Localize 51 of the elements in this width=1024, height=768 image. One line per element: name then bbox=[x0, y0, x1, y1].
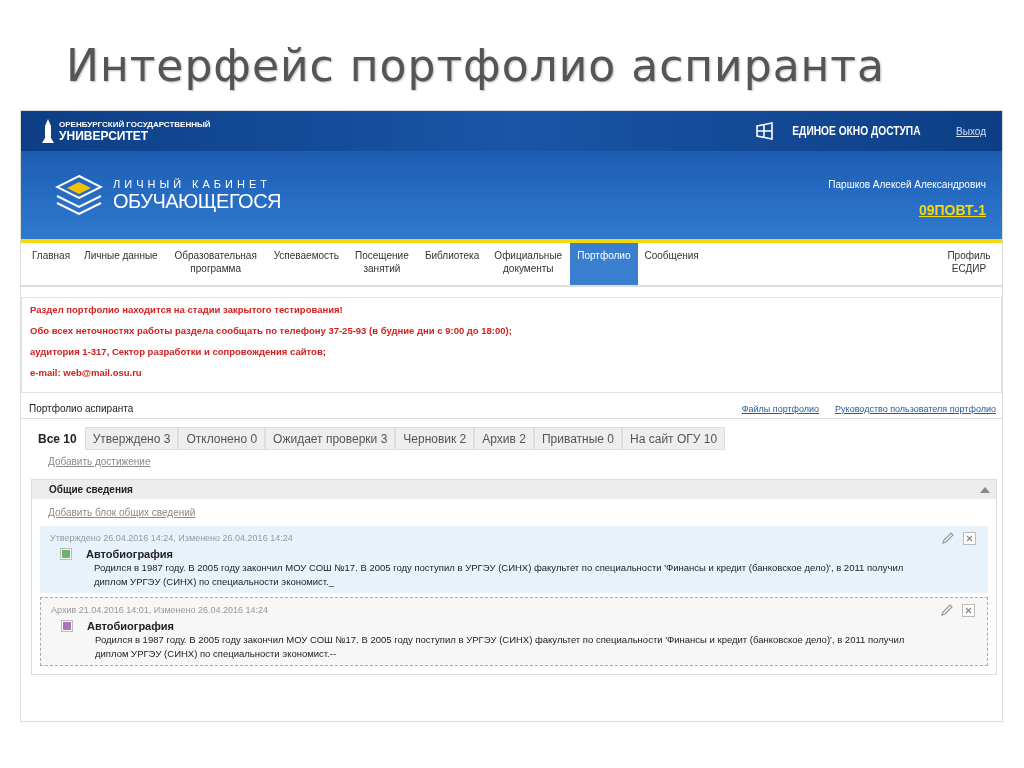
filter-tab[interactable]: Черновик 2 bbox=[395, 427, 475, 450]
entry-meta: Утверждено 26.04.2016 14:24, Изменено 26.04.2016 14:24 bbox=[50, 533, 293, 543]
nav-item[interactable]: Успеваемость bbox=[266, 243, 346, 285]
nav-item[interactable]: Библиотека bbox=[417, 243, 487, 285]
group-link[interactable]: 09ПОВТ-1 bbox=[918, 201, 986, 218]
nav-item[interactable]: Официальные документы bbox=[486, 243, 571, 285]
add-achievement-link[interactable]: Добавить достижение bbox=[48, 456, 151, 467]
portfolio-title: Портфолио аспиранта bbox=[29, 403, 134, 414]
nav-item[interactable]: Портфолио bbox=[570, 243, 638, 285]
entry-text: Родился в 1987 году. В 2005 году закончил МОУ СОШ №17. В 2005 году поступил в УРГЭУ (СИНХ) факультет по специальности 'Финансы и кредит (банковское дело)', в 2011 получил диплом УРГЭУ (СИНХ) по специальности экономист._ bbox=[94, 561, 905, 589]
entry-meta: Архив 21.04.2016 14:01, Изменено 26.04.2016 14:24 bbox=[51, 605, 269, 615]
filter-tab[interactable]: На сайт ОГУ 10 bbox=[622, 427, 726, 450]
cabinet-title: ОБУЧАЮЩЕГОСЯ bbox=[113, 189, 282, 213]
nav-item[interactable]: Образовательная программа bbox=[164, 243, 267, 285]
notice-text: Раздел портфолио находится на стадии закрытого тестирования! bbox=[30, 304, 344, 316]
window-icon bbox=[755, 121, 776, 141]
nav-item[interactable]: Профиль ЕСДИР bbox=[940, 243, 998, 285]
university-name: УНИВЕРСИТЕТ bbox=[59, 128, 149, 143]
slide-title: Интерфейс портфолио аспиранта bbox=[65, 39, 886, 93]
logout-link[interactable]: Выход bbox=[956, 125, 986, 137]
close-icon[interactable] bbox=[962, 603, 975, 617]
notice-text: Обо всех неточностях работы раздела сообщать по телефону 37-25-93 (в будние дни с 9:00 до 18:00); bbox=[30, 325, 513, 337]
nav-item[interactable]: Личные данные bbox=[77, 243, 165, 285]
edit-icon[interactable] bbox=[941, 531, 955, 545]
notice-text: e-mail: web@mail.osu.ru bbox=[30, 367, 143, 379]
entry-text: Родился в 1987 году. В 2005 году закончил МОУ СОШ №17. В 2005 году поступил в УРГЭУ (СИНХ) факультет по специальности 'Финансы и кредит (банковское дело)', в 2011 получил диплом УРГЭУ (СИНХ) по специальности экономист.-- bbox=[95, 633, 906, 661]
nav-item[interactable]: Главная bbox=[25, 243, 78, 285]
diamond-logo-icon bbox=[55, 174, 103, 216]
section-title: Общие сведения bbox=[49, 484, 133, 495]
portfolio-link[interactable]: Руководство пользователя портфолио bbox=[835, 403, 996, 414]
close-icon[interactable] bbox=[963, 531, 976, 545]
entry-title: Автобиография bbox=[86, 548, 174, 560]
section-header[interactable]: Общие сведения bbox=[32, 480, 996, 499]
edit-icon[interactable] bbox=[940, 603, 954, 617]
filter-tab[interactable]: Архив 2 bbox=[474, 427, 534, 450]
tower-icon bbox=[41, 118, 55, 144]
filter-tab[interactable]: Отклонено 0 bbox=[178, 427, 266, 450]
portfolio-link[interactable]: Файлы портфолио bbox=[741, 403, 820, 414]
collapse-icon[interactable] bbox=[980, 485, 990, 494]
single-window-label: ЕДИНОЕ ОКНО ДОСТУПА bbox=[792, 124, 921, 138]
nav-item[interactable]: Посещение занятий bbox=[345, 243, 418, 285]
filter-tab[interactable]: Ожидает проверки 3 bbox=[265, 427, 396, 450]
user-name: Паршков Алексей Александрович bbox=[828, 178, 986, 190]
nav-item[interactable]: Сообщения bbox=[637, 243, 706, 285]
university-subtitle: ОРЕНБУРГСКИЙ ГОСУДАРСТВЕННЫЙ bbox=[59, 119, 211, 129]
filter-tab[interactable]: Утверждено 3 bbox=[84, 427, 179, 450]
filter-tab[interactable]: Приватные 0 bbox=[533, 427, 623, 450]
cabinet-subtitle: ЛИЧНЫЙ КАБИНЕТ bbox=[113, 177, 272, 190]
add-block-link[interactable]: Добавить блок общих сведений bbox=[48, 507, 196, 518]
notice-text: аудитория 1-317, Сектор разработки и сопровождения сайтов; bbox=[30, 346, 327, 358]
entry-title: Автобиография bbox=[87, 620, 175, 632]
